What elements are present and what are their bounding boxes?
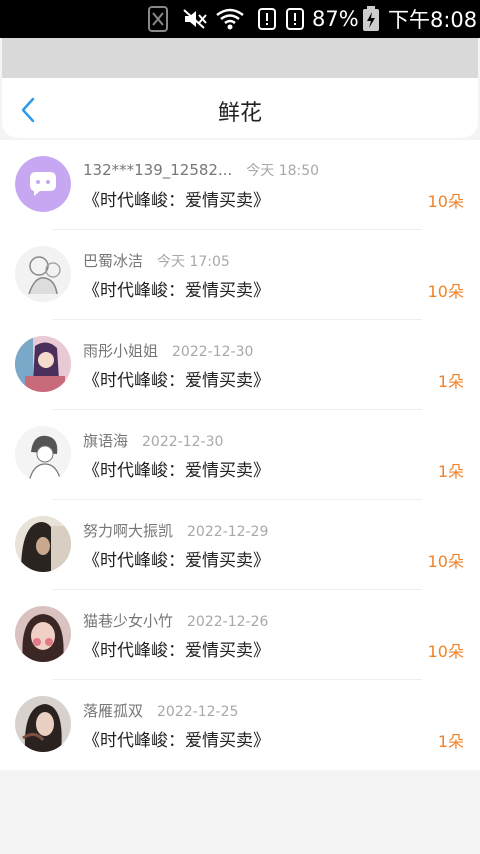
book-title: 《时代峰峻：爱情买卖》 (83, 731, 270, 751)
alert-icon (258, 6, 276, 32)
list-item[interactable]: 努力啊大振凯 2022-12-29 《时代峰峻：爱情买卖》 10朵 (0, 500, 480, 590)
user-name-text: 巴蜀冰洁 (83, 252, 144, 270)
user-name-text: 132***139_12582... (83, 161, 233, 179)
top-gray-bar (2, 38, 478, 78)
chat-bubble-avatar-icon[interactable] (15, 156, 71, 212)
flower-count: 10朵 (427, 552, 464, 571)
alert-icon (286, 6, 304, 32)
user-avatar[interactable] (15, 696, 71, 752)
user-name-text: 努力啊大振凯 (83, 522, 174, 540)
gift-time: 2022-12-30 (142, 434, 224, 450)
gift-time: 2022-12-29 (187, 524, 269, 540)
flower-count: 1朵 (437, 462, 464, 481)
book-title: 《时代峰峻：爱情买卖》 (83, 191, 270, 211)
user-name-text: 雨彤小姐姐 (83, 342, 159, 360)
user-name-text: 旗语海 (83, 432, 129, 450)
list-item[interactable]: 猫巷少女小竹 2022-12-26 《时代峰峻：爱情买卖》 10朵 (0, 590, 480, 680)
user-avatar[interactable] (15, 426, 71, 482)
user-avatar[interactable] (15, 606, 71, 662)
clock: 下午8:08 (388, 8, 478, 32)
flower-gift-list: 132***139_12582... 今天 18:50 《时代峰峻：爱情买卖》 1… (0, 140, 480, 770)
flower-count: 1朵 (437, 372, 464, 391)
page-title: 鲜花 (217, 101, 262, 126)
app-notification-icon (148, 6, 168, 32)
user-name-text: 落雁孤双 (83, 702, 144, 720)
wifi-icon (215, 6, 245, 32)
book-title: 《时代峰峻：爱情买卖》 (83, 551, 270, 571)
user-name: 巴蜀冰洁 今天 17:05 (83, 250, 230, 271)
list-item[interactable]: 132***139_12582... 今天 18:50 《时代峰峻：爱情买卖》 1… (0, 140, 480, 230)
gift-time: 今天 17:05 (157, 254, 230, 270)
user-name: 旗语海 2022-12-30 (83, 430, 223, 451)
gift-time: 2022-12-30 (172, 344, 254, 360)
status-bar: 87% 下午8:08 (0, 0, 480, 38)
flower-count: 10朵 (427, 192, 464, 211)
user-name: 落雁孤双 2022-12-25 (83, 700, 238, 721)
gift-time: 2022-12-26 (187, 614, 269, 630)
nav-header: 鲜花 (2, 78, 478, 138)
mute-icon (182, 6, 208, 32)
list-item[interactable]: 旗语海 2022-12-30 《时代峰峻：爱情买卖》 1朵 (0, 410, 480, 500)
battery-icon (362, 6, 380, 32)
battery-percent: 87% (312, 7, 359, 31)
user-name: 雨彤小姐姐 2022-12-30 (83, 340, 253, 361)
gift-time: 今天 18:50 (246, 163, 320, 179)
book-title: 《时代峰峻：爱情买卖》 (83, 371, 270, 391)
book-title: 《时代峰峻：爱情买卖》 (83, 281, 270, 301)
list-item[interactable]: 巴蜀冰洁 今天 17:05 《时代峰峻：爱情买卖》 10朵 (0, 230, 480, 320)
book-title: 《时代峰峻：爱情买卖》 (83, 461, 270, 481)
user-name: 努力啊大振凯 2022-12-29 (83, 520, 268, 541)
user-name: 132***139_12582... 今天 18:50 (83, 160, 319, 180)
flower-count: 10朵 (427, 642, 464, 661)
list-item[interactable]: 雨彤小姐姐 2022-12-30 《时代峰峻：爱情买卖》 1朵 (0, 320, 480, 410)
gift-time: 2022-12-25 (157, 704, 239, 720)
user-avatar[interactable] (15, 516, 71, 572)
flower-count: 1朵 (437, 732, 464, 751)
flower-count: 10朵 (427, 282, 464, 301)
user-avatar[interactable] (15, 246, 71, 302)
list-item[interactable]: 落雁孤双 2022-12-25 《时代峰峻：爱情买卖》 1朵 (0, 680, 480, 770)
user-name: 猫巷少女小竹 2022-12-26 (83, 610, 268, 631)
user-name-text: 猫巷少女小竹 (83, 612, 174, 630)
user-avatar[interactable] (15, 336, 71, 392)
book-title: 《时代峰峻：爱情买卖》 (83, 641, 270, 661)
